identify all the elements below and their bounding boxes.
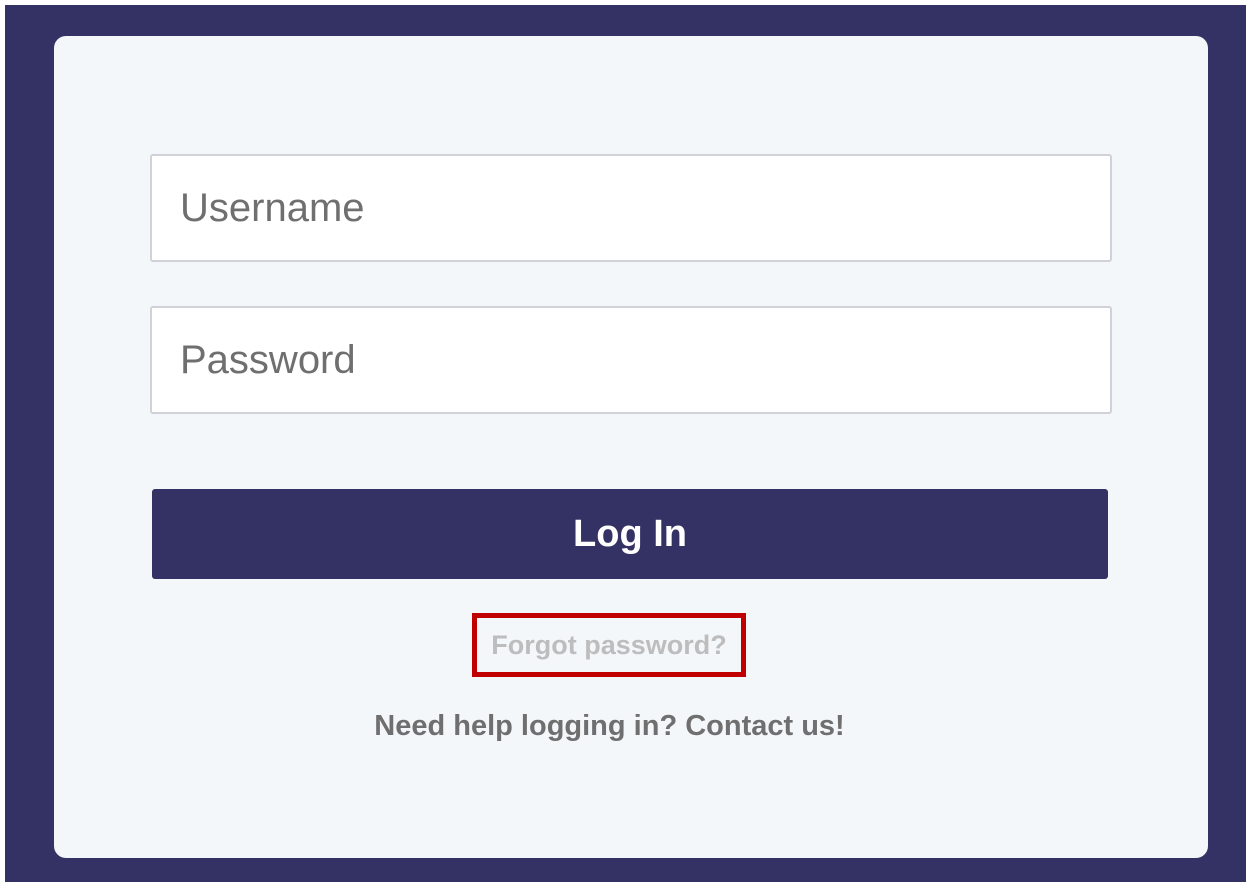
password-input[interactable] — [150, 306, 1112, 414]
help-contact-row: Need help logging in? Contact us! — [54, 710, 1165, 743]
username-input[interactable] — [150, 154, 1112, 262]
log-in-button[interactable]: Log In — [152, 489, 1108, 579]
help-contact-link[interactable]: Need help logging in? Contact us! — [374, 710, 844, 742]
forgot-password-highlight: Forgot password? — [472, 613, 746, 677]
forgot-password-link[interactable]: Forgot password? — [491, 630, 727, 661]
page-frame: Log In Forgot password? Need help loggin… — [5, 5, 1246, 882]
login-card: Log In Forgot password? Need help loggin… — [54, 36, 1208, 858]
